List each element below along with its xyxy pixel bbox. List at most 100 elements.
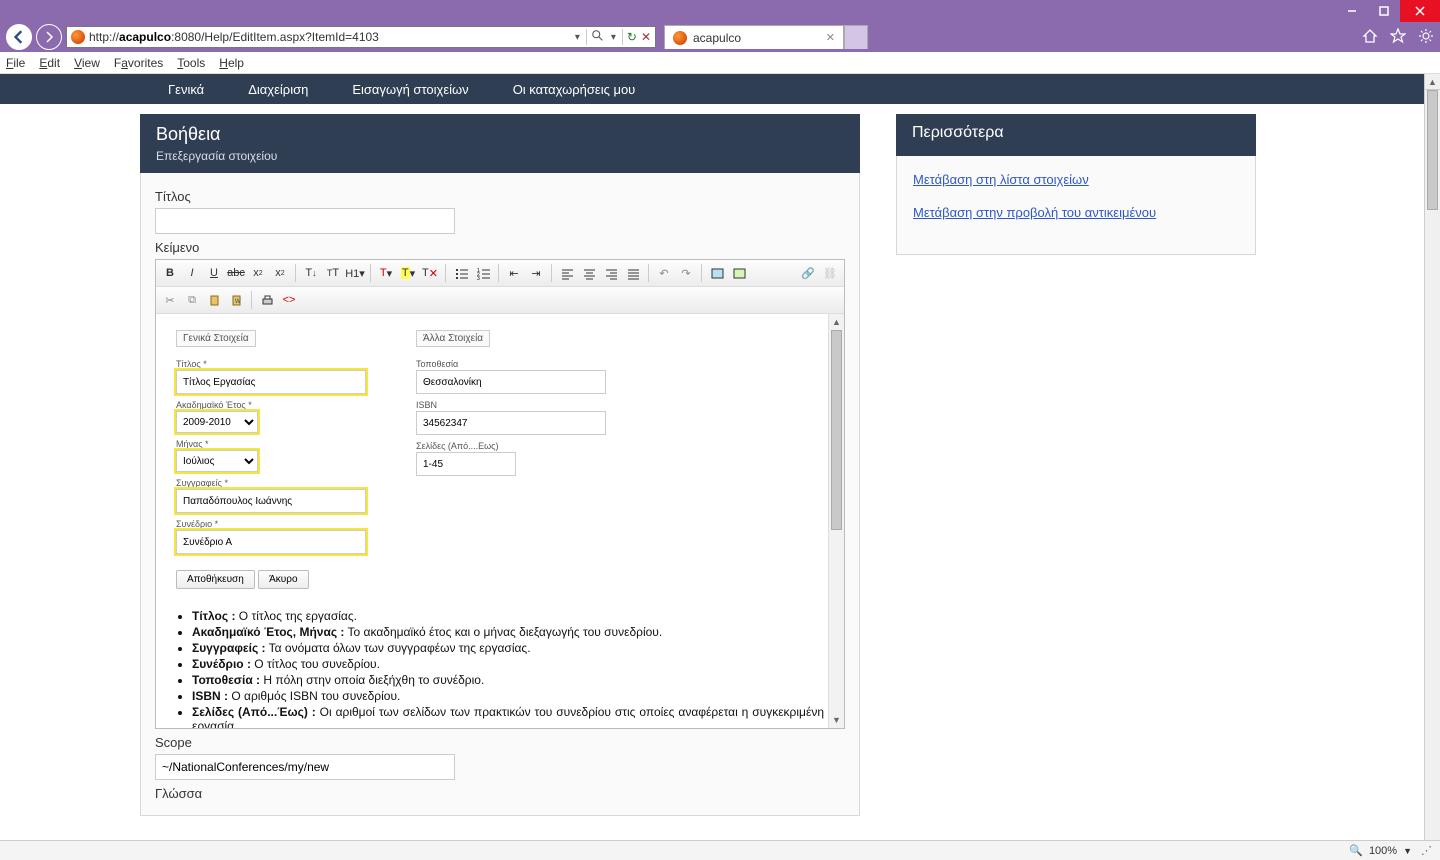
- inner-cancel-button[interactable]: Άκυρο: [258, 570, 308, 589]
- rte-content-area[interactable]: Γενικά Στοιχεία Τίτλος * Ακαδημαϊκό Έτος…: [156, 314, 844, 728]
- rte-scroll-up-icon[interactable]: ▲: [829, 314, 844, 330]
- nav-forward-button[interactable]: [36, 24, 62, 50]
- rte-backcolor-button[interactable]: T▾: [398, 263, 418, 283]
- stop-icon[interactable]: ✕: [641, 30, 651, 44]
- more-title: Περισσότερα: [912, 124, 1240, 142]
- menu-file[interactable]: File: [6, 56, 25, 70]
- browser-status-bar: 🔍 100% ▼ ⋰: [0, 840, 1440, 860]
- window-close-button[interactable]: [1400, 0, 1440, 22]
- rte-underline-button[interactable]: U: [204, 263, 224, 283]
- nav-insert-items[interactable]: Εισαγωγή στοιχείων: [352, 82, 468, 97]
- rte-strike-button[interactable]: abc: [226, 263, 246, 283]
- url-field[interactable]: http://acapulco:8080/Help/EditItem.aspx?…: [66, 26, 656, 48]
- inner-isbn-input[interactable]: [416, 411, 606, 435]
- menu-view[interactable]: View: [74, 56, 100, 70]
- page-scroll-thumb[interactable]: [1427, 90, 1438, 210]
- menu-edit[interactable]: Edit: [39, 56, 60, 70]
- inner-location-input[interactable]: [416, 370, 606, 394]
- menu-help[interactable]: Help: [219, 56, 244, 70]
- rte-subscript-button[interactable]: x2: [248, 263, 268, 283]
- rte-align-left-button[interactable]: [557, 263, 577, 283]
- rte-fontsize-inc-button[interactable]: TT: [323, 263, 343, 283]
- menu-favorites[interactable]: Favorites: [114, 56, 163, 70]
- inner-save-button[interactable]: Αποθήκευση: [176, 570, 255, 589]
- inner-conference-input[interactable]: [176, 530, 366, 554]
- nav-back-button[interactable]: [6, 24, 32, 50]
- page-scrollbar[interactable]: ▲ ▼: [1424, 74, 1440, 860]
- inner-pages-input[interactable]: [416, 452, 516, 476]
- inner-title-input[interactable]: [176, 370, 366, 394]
- rte-align-right-button[interactable]: [601, 263, 621, 283]
- link-goto-list[interactable]: Μετάβαση στη λίστα στοιχείων: [913, 172, 1089, 187]
- rte-indent-button[interactable]: ⇥: [526, 263, 546, 283]
- browser-address-bar: http://acapulco:8080/Help/EditItem.aspx?…: [0, 22, 1440, 52]
- nav-management[interactable]: Διαχείριση: [248, 82, 308, 97]
- title-input[interactable]: [155, 208, 455, 234]
- window-maximize-button[interactable]: [1368, 0, 1400, 22]
- link-goto-item-view[interactable]: Μετάβαση στην προβολή του αντικειμένου: [913, 205, 1156, 220]
- rte-ol-button[interactable]: 123: [473, 263, 493, 283]
- rte-undo-button[interactable]: ↶: [654, 263, 674, 283]
- field-descriptions: Τίτλος : Ο τίτλος της εργασίας. Ακαδημαϊ…: [156, 599, 844, 728]
- rte-scrollbar[interactable]: ▲ ▼: [828, 314, 844, 728]
- zoom-icon[interactable]: 🔍: [1349, 844, 1363, 857]
- rich-text-editor: B I U abc x2 x2 T↓ TT H1▾ T▾ T: [155, 259, 845, 729]
- rte-ul-button[interactable]: [451, 263, 471, 283]
- inner-isbn-label: ISBN: [416, 400, 616, 410]
- rte-source-button[interactable]: <>: [279, 290, 299, 310]
- desc-pages: Σελίδες (Από...Έως) : Οι αριθμοί των σελ…: [192, 705, 824, 728]
- rte-unlink-button[interactable]: ⛓: [820, 263, 840, 283]
- inner-authors-input[interactable]: [176, 489, 366, 513]
- inner-year-select[interactable]: 2009-2010: [176, 411, 258, 433]
- rte-bold-button[interactable]: B: [160, 263, 180, 283]
- rte-link-button[interactable]: 🔗: [798, 263, 818, 283]
- search-provider-dropdown-icon[interactable]: ▾: [609, 32, 618, 43]
- rte-outdent-button[interactable]: ⇤: [504, 263, 524, 283]
- more-panel-body: Μετάβαση στη λίστα στοιχείων Μετάβαση στ…: [896, 156, 1256, 255]
- rte-align-justify-button[interactable]: [623, 263, 643, 283]
- rte-print-button[interactable]: [257, 290, 277, 310]
- page-scroll-up-icon[interactable]: ▲: [1425, 74, 1440, 90]
- rte-align-center-button[interactable]: [579, 263, 599, 283]
- rte-fontsize-dec-button[interactable]: T↓: [301, 263, 321, 283]
- rte-heading-button[interactable]: H1▾: [345, 263, 365, 283]
- inner-month-select[interactable]: Ιούλιος: [176, 450, 258, 472]
- favorites-star-icon[interactable]: [1390, 28, 1406, 47]
- desc-isbn: ISBN : Ο αριθμός ISBN του συνεδρίου.: [192, 689, 824, 703]
- nav-general[interactable]: Γενικά: [168, 82, 204, 97]
- window-minimize-button[interactable]: [1336, 0, 1368, 22]
- help-subtitle: Επεξεργασία στοιχείου: [156, 149, 844, 163]
- refresh-icon[interactable]: ↻: [627, 30, 637, 44]
- nav-my-entries[interactable]: Οι καταχωρήσεις μου: [513, 82, 636, 97]
- browser-tab[interactable]: acapulco ✕: [664, 25, 844, 49]
- svg-text:3: 3: [477, 276, 480, 280]
- scope-input[interactable]: [155, 754, 455, 780]
- rte-scroll-thumb[interactable]: [831, 330, 842, 530]
- rte-scroll-down-icon[interactable]: ▼: [829, 712, 844, 728]
- help-title: Βοήθεια: [156, 124, 844, 145]
- rte-forecolor-button[interactable]: T▾: [376, 263, 396, 283]
- tab-close-icon[interactable]: ✕: [826, 31, 835, 44]
- site-top-nav: Γενικά Διαχείριση Εισαγωγή στοιχείων Οι …: [0, 74, 1424, 104]
- rte-superscript-button[interactable]: x2: [270, 263, 290, 283]
- menu-tools[interactable]: Tools: [177, 56, 205, 70]
- rte-copy-button[interactable]: ⧉: [182, 290, 202, 310]
- rte-removeformat-button[interactable]: T✕: [420, 263, 440, 283]
- rte-redo-button[interactable]: ↷: [676, 263, 696, 283]
- search-icon[interactable]: [591, 29, 605, 46]
- tab-title: acapulco: [693, 31, 741, 45]
- rte-image-button[interactable]: [707, 263, 727, 283]
- url-history-dropdown-icon[interactable]: ▾: [573, 32, 582, 43]
- rte-italic-button[interactable]: I: [182, 263, 202, 283]
- zoom-dropdown-icon[interactable]: ▼: [1403, 846, 1412, 856]
- rte-table-button[interactable]: [729, 263, 749, 283]
- rte-paste-button[interactable]: [204, 290, 224, 310]
- rte-paste-word-button[interactable]: W: [226, 290, 246, 310]
- more-panel-header: Περισσότερα: [896, 114, 1256, 156]
- rte-cut-button[interactable]: ✂: [160, 290, 180, 310]
- tools-gear-icon[interactable]: [1418, 28, 1434, 47]
- resize-grip-icon[interactable]: ⋰: [1418, 844, 1432, 857]
- home-icon[interactable]: [1362, 28, 1378, 47]
- title-label: Τίτλος: [155, 189, 845, 204]
- new-tab-button[interactable]: [844, 25, 868, 49]
